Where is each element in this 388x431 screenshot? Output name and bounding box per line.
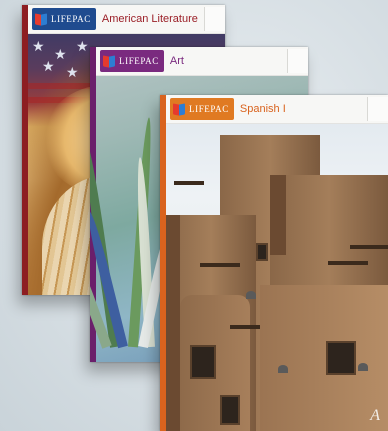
- book-header: LIFEPAC Art: [96, 47, 308, 76]
- book-spine: [22, 5, 28, 295]
- book-spanish-i: A LIFEPAC Spanish I: [160, 95, 388, 431]
- brand-label: LIFEPAC: [51, 14, 91, 24]
- vigas-beam: [230, 325, 260, 329]
- adobe-shadow: [166, 215, 180, 431]
- lifepac-logo: LIFEPAC: [100, 50, 164, 72]
- book-title: Spanish I: [239, 103, 286, 115]
- adobe-shadow: [270, 175, 286, 255]
- star-icon: ★: [32, 39, 45, 55]
- vigas-beam: [200, 263, 240, 267]
- star-icon: ★: [54, 47, 67, 63]
- lifepac-logo: LIFEPAC: [170, 98, 234, 120]
- book-logo-icon: [173, 103, 186, 116]
- book-logo-icon: [35, 13, 48, 26]
- book-title: Art: [169, 55, 184, 67]
- lifepac-logo: LIFEPAC: [32, 8, 96, 30]
- star-icon: ★: [42, 59, 55, 75]
- header-tab: [287, 49, 308, 73]
- header-tab: [204, 7, 225, 31]
- adobe-wall: [260, 285, 388, 431]
- window: [220, 395, 240, 425]
- window: [256, 243, 268, 261]
- chimney-pot: [358, 363, 368, 371]
- vigas-beam: [350, 245, 388, 249]
- book-header: LIFEPAC American Literature: [28, 5, 225, 34]
- vigas-beam: [174, 181, 204, 185]
- vigas-beam: [328, 261, 368, 265]
- cover-corner-mark: A: [370, 407, 380, 424]
- window: [190, 345, 216, 379]
- chimney-pot: [278, 365, 288, 373]
- chimney-pot: [246, 291, 256, 299]
- header-tab: [367, 97, 388, 121]
- book-title: American Literature: [101, 13, 198, 25]
- brand-label: LIFEPAC: [189, 104, 229, 114]
- brand-label: LIFEPAC: [119, 56, 159, 66]
- window: [326, 341, 356, 375]
- star-icon: ★: [66, 65, 79, 81]
- book-logo-icon: [103, 55, 116, 68]
- book-header: LIFEPAC Spanish I: [166, 95, 388, 124]
- star-icon: ★: [76, 39, 89, 55]
